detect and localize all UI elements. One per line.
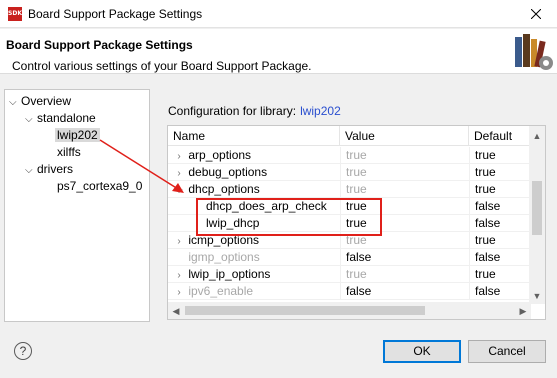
annotation-arrow xyxy=(99,139,184,193)
cancel-button[interactable]: Cancel xyxy=(468,340,546,363)
help-button[interactable]: ? xyxy=(14,342,32,360)
ok-button[interactable]: OK xyxy=(383,340,461,363)
